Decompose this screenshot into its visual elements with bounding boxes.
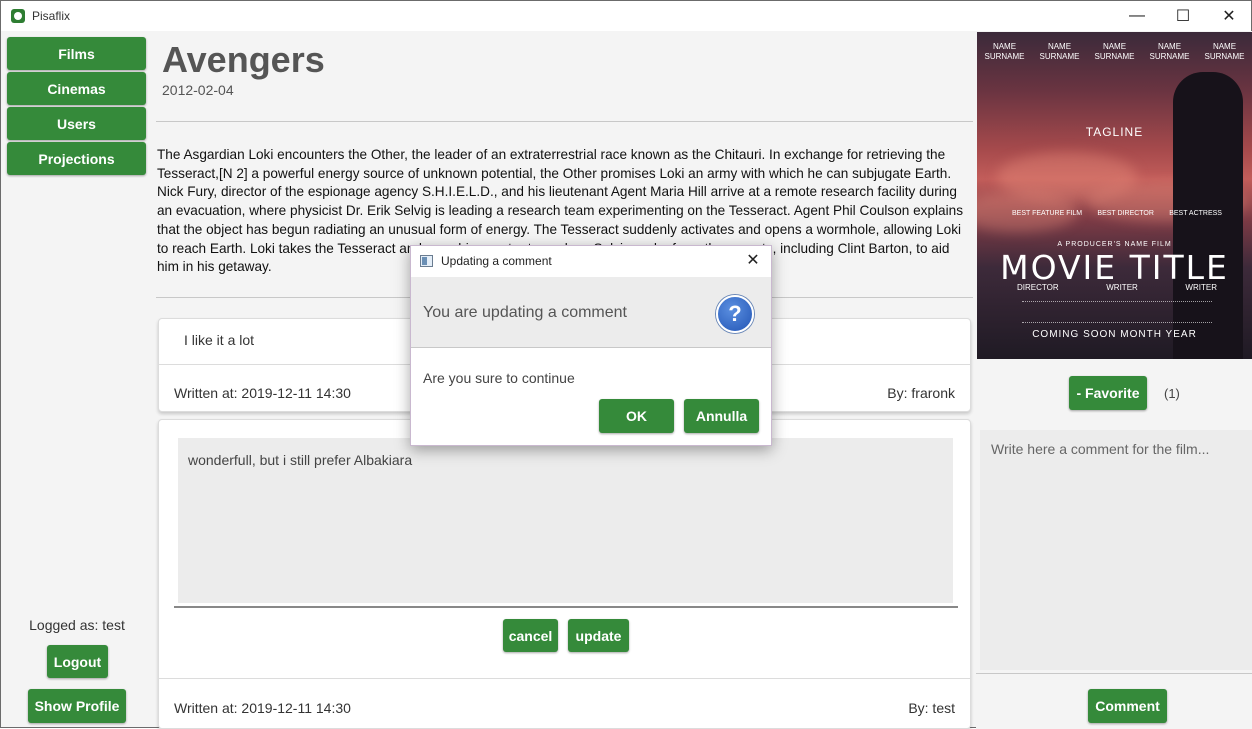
poster-producer: A PRODUCER'S NAME FILM xyxy=(1057,241,1172,248)
window-icon xyxy=(420,255,433,267)
window-title: Pisaflix xyxy=(32,9,71,23)
annulla-button[interactable]: Annulla xyxy=(684,399,759,433)
poster-credits: NAME SURNAME NAME SURNAME NAME SURNAME N… xyxy=(977,42,1252,62)
comment-card-editing: wonderfull, but i still prefer Albakiara… xyxy=(158,419,971,729)
poster-tagline: TAGLINE xyxy=(1085,125,1144,139)
poster-credit: NAME SURNAME xyxy=(1204,42,1245,61)
poster-roles: DIRECTOR WRITER WRITER xyxy=(1017,283,1217,292)
comment-date: Written at: 2019-12-11 14:30 xyxy=(174,385,351,401)
film-date: 2012-02-04 xyxy=(162,82,234,98)
poster-role: DIRECTOR xyxy=(1017,283,1059,292)
close-button[interactable]: ✕ xyxy=(1206,1,1252,31)
poster-movie-title: MOVIE TITLE xyxy=(1000,248,1229,287)
favorite-count: (1) xyxy=(1164,386,1180,401)
app-window: Pisaflix — ☐ ✕ Films Cinemas Users Proje… xyxy=(0,0,1252,729)
sidebar: Films Cinemas Users Projections Logged a… xyxy=(1,31,153,729)
poster-credit: NAME SURNAME xyxy=(1039,42,1080,61)
nav-users-button[interactable]: Users xyxy=(7,107,146,140)
poster-credit: NAME SURNAME xyxy=(984,42,1025,61)
confirm-dialog: Updating a comment ✕ You are updating a … xyxy=(410,245,772,446)
comment-author: By: fraronk xyxy=(887,385,955,401)
film-poster: NAME SURNAME NAME SURNAME NAME SURNAME N… xyxy=(977,32,1252,359)
poster-role: WRITER xyxy=(1106,283,1138,292)
dialog-close-button[interactable]: ✕ xyxy=(741,250,765,272)
nav-films-button[interactable]: Films xyxy=(7,37,146,70)
comment-edit-field[interactable]: wonderfull, but i still prefer Albakiara xyxy=(178,438,953,603)
maximize-button[interactable]: ☐ xyxy=(1160,1,1206,31)
ok-button[interactable]: OK xyxy=(599,399,674,433)
poster-credit: NAME SURNAME xyxy=(1094,42,1135,61)
show-profile-button[interactable]: Show Profile xyxy=(28,689,126,723)
comment-submit-button[interactable]: Comment xyxy=(1088,689,1167,723)
dialog-title: Updating a comment xyxy=(441,254,552,268)
divider xyxy=(156,121,973,122)
poster-award: BEST FEATURE FILM xyxy=(1012,210,1083,217)
film-side-panel: NAME SURNAME NAME SURNAME NAME SURNAME N… xyxy=(976,31,1252,729)
logged-as-label: Logged as: test xyxy=(29,617,125,633)
cancel-edit-button[interactable]: cancel xyxy=(503,619,558,652)
comment-text: I like it a lot xyxy=(184,332,255,348)
edit-underline xyxy=(174,606,958,608)
question-icon: ? xyxy=(716,295,754,333)
poster-role: WRITER xyxy=(1185,283,1217,292)
nav-projections-button[interactable]: Projections xyxy=(7,142,146,175)
new-comment-input[interactable]: Write here a comment for the film... xyxy=(980,430,1252,670)
film-title: Avengers xyxy=(162,39,325,80)
dialog-header: You are updating a comment ? xyxy=(411,277,771,348)
poster-awards: BEST FEATURE FILM BEST DIRECTOR BEST ACT… xyxy=(1012,210,1222,217)
favorite-button[interactable]: - Favorite xyxy=(1069,376,1147,410)
comment-author: By: test xyxy=(908,700,955,716)
title-bar: Pisaflix — ☐ ✕ xyxy=(1,1,1251,31)
poster-award: BEST DIRECTOR xyxy=(1097,210,1154,217)
divider xyxy=(976,673,1252,674)
dialog-message: Are you sure to continue xyxy=(423,370,575,386)
card-divider xyxy=(159,678,970,679)
minimize-button[interactable]: — xyxy=(1114,1,1160,31)
nav-cinemas-button[interactable]: Cinemas xyxy=(7,72,146,105)
app-logo-icon xyxy=(11,9,25,23)
dialog-title-bar: Updating a comment ✕ xyxy=(411,246,771,277)
dialog-header-text: You are updating a comment xyxy=(423,304,627,321)
comment-date: Written at: 2019-12-11 14:30 xyxy=(174,700,351,716)
logout-button[interactable]: Logout xyxy=(47,645,108,678)
poster-credit: NAME SURNAME xyxy=(1149,42,1190,61)
poster-fineprint xyxy=(1022,301,1212,323)
poster-award: BEST ACTRESS xyxy=(1169,210,1222,217)
update-comment-button[interactable]: update xyxy=(568,619,629,652)
poster-coming-soon: COMING SOON MONTH YEAR xyxy=(1032,329,1197,340)
